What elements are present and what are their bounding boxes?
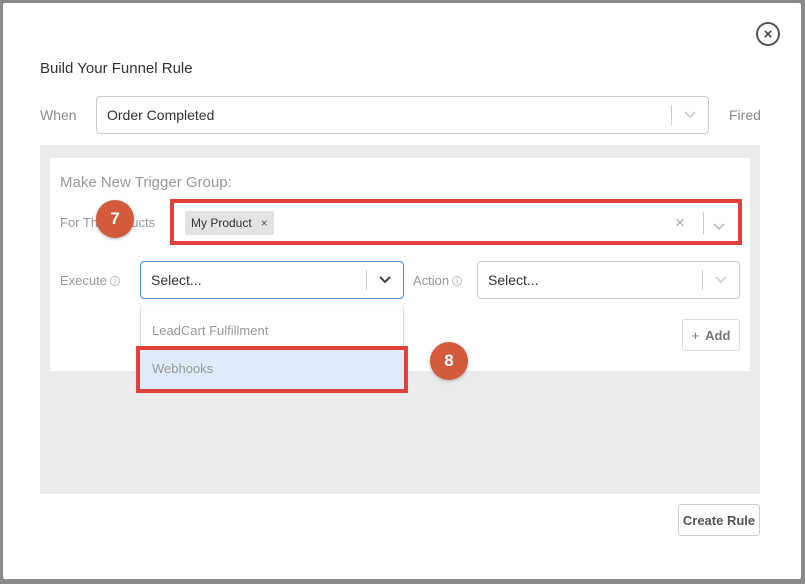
action-select[interactable]: Select... (477, 261, 740, 299)
chevron-down-icon (672, 111, 708, 119)
info-icon: i (109, 276, 120, 286)
when-label: When (40, 107, 77, 123)
highlight-webhooks-option (136, 346, 408, 393)
close-button[interactable]: × (756, 22, 780, 46)
close-icon: × (763, 25, 773, 43)
create-rule-button[interactable]: Create Rule (678, 504, 760, 536)
action-select-placeholder: Select... (488, 272, 539, 288)
execute-label: Execute i (60, 273, 120, 288)
info-icon: i (452, 276, 463, 286)
action-label-text: Action (413, 273, 450, 288)
event-select-value: Order Completed (107, 107, 215, 123)
add-button-label: Add (705, 327, 731, 343)
execute-label-text: Execute (60, 273, 107, 288)
modal-title: Build Your Funnel Rule (40, 60, 193, 77)
event-select[interactable]: Order Completed (96, 96, 709, 134)
fired-label: Fired (729, 107, 761, 123)
highlight-products-field (170, 199, 742, 245)
add-button[interactable]: + Add (682, 319, 740, 351)
execute-select[interactable]: Select... (140, 261, 404, 299)
trigger-group-title: Make New Trigger Group: (60, 174, 232, 191)
plus-icon: + (691, 327, 700, 343)
dropdown-option-leadcart[interactable]: LeadCart Fulfillment (152, 323, 268, 338)
action-label: Action i (413, 273, 463, 288)
step-badge-8: 8 (430, 342, 468, 380)
products-label-head: For Th (60, 215, 99, 230)
step-badge-7: 7 (96, 200, 134, 238)
execute-select-placeholder: Select... (151, 272, 202, 288)
chevron-down-icon (703, 276, 739, 284)
chevron-down-icon (367, 276, 403, 284)
